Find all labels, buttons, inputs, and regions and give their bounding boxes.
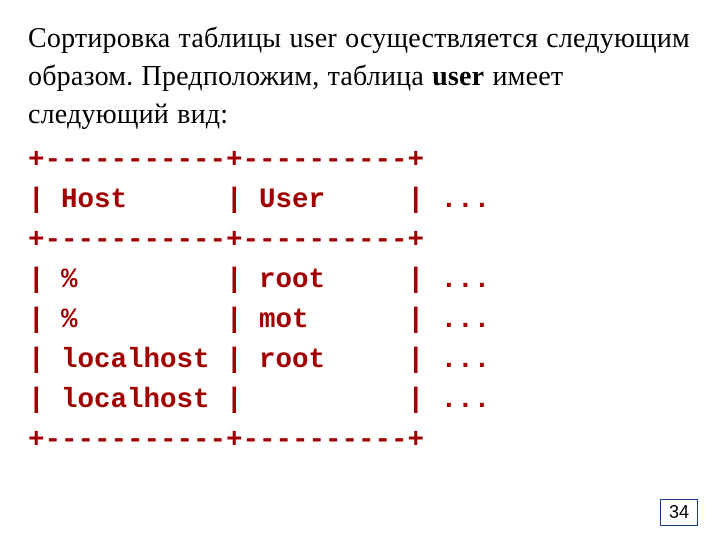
ascii-l4: | % | root | ... <box>28 265 490 296</box>
ascii-l2: | Host | User | ... <box>28 185 490 216</box>
ascii-l3: +-----------+----------+ <box>28 225 424 256</box>
intro-text: Сортировка таблицы user осуществляется с… <box>28 20 692 133</box>
ascii-l8: +-----------+----------+ <box>28 425 424 456</box>
page-number: 34 <box>660 499 698 526</box>
ascii-l7: | localhost | | ... <box>28 385 490 416</box>
ascii-l1: +-----------+----------+ <box>28 145 424 176</box>
ascii-l6: | localhost | root | ... <box>28 345 490 376</box>
ascii-l5: | % | mot | ... <box>28 305 490 336</box>
slide-page: Сортировка таблицы user осуществляется с… <box>0 0 720 540</box>
ascii-table: +-----------+----------+ | Host | User |… <box>28 141 692 460</box>
intro-part1: Сортировка таблицы user осуществляется с… <box>28 23 690 92</box>
intro-bold: user <box>432 61 484 92</box>
